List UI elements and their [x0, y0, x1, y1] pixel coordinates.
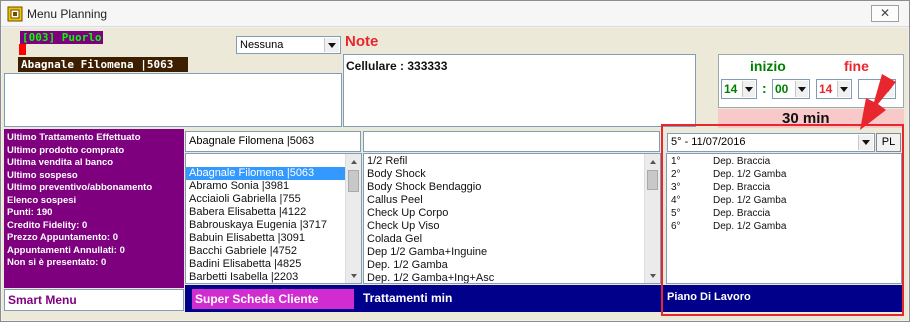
end-hour-select[interactable]: 14 — [816, 79, 852, 99]
stat-line: Ultimo sospeso — [7, 169, 78, 181]
stat-line: Elenco sospesi — [7, 194, 77, 206]
scroll-thumb[interactable] — [348, 170, 359, 192]
filter-select-value: Nessuna — [240, 39, 284, 51]
client-info-box — [4, 73, 342, 127]
start-minute-value: 00 — [775, 82, 789, 96]
treatment-list[interactable]: 1/2 Refil Body Shock Body Shock Bendaggio C… — [363, 153, 661, 284]
time-separator: : — [762, 80, 767, 96]
client-list-item[interactable]: Acciaioli Gabriella |755 — [186, 193, 361, 206]
stat-line: Ultimo Trattamento Effettuato — [7, 132, 141, 143]
operator-code: [003] Puorlo — [20, 31, 104, 44]
window-title: Menu Planning — [27, 7, 108, 21]
treatment-search-input[interactable] — [363, 131, 660, 152]
stat-line: Punti: 190 — [7, 207, 53, 218]
menu-planning-window: Menu Planning ✕ [003] Puorlo Abagnale Fi… — [0, 0, 910, 322]
client-search-input[interactable]: Abagnale Filomena |5063 — [185, 131, 361, 152]
chevron-down-icon — [837, 81, 850, 97]
scroll-down-icon[interactable] — [645, 268, 660, 283]
stat-line: Ultima vendita al banco — [7, 157, 114, 168]
super-scheda-button[interactable]: Super Scheda Cliente — [192, 289, 354, 309]
client-list-item[interactable]: Babuin Elisabetta |3091 — [186, 232, 361, 245]
treatment-list-item[interactable]: Check Up Corpo — [364, 207, 660, 220]
start-minute-select[interactable]: 00 — [772, 79, 810, 99]
client-list-item[interactable]: Babera Elisabetta |4122 — [186, 206, 361, 219]
client-list-item[interactable]: Barbetti Isabella |2203 — [186, 271, 361, 283]
note-text: Cellulare : 333333 — [346, 59, 448, 73]
client-search-value: Abagnale Filomena |5063 — [189, 135, 315, 147]
stat-line: Credito Fidelity: 0 — [7, 219, 88, 231]
stat-line: Ultimo prodotto comprato — [7, 144, 125, 156]
client-list-item[interactable]: Babrouskaya Eugenia |3717 — [186, 219, 361, 232]
stats-list: Ultimo Trattamento Effettuato Ultimo prod… — [4, 132, 184, 270]
stat-line: Ultimo preventivo/abbonamento — [7, 182, 153, 193]
note-label: Note — [345, 33, 379, 50]
start-hour-value: 14 — [724, 82, 738, 96]
treatment-list-item[interactable]: Body Shock Bendaggio — [364, 181, 660, 194]
client-list-item[interactable]: Abagnale Filomena |5063 — [186, 167, 361, 180]
client-name-bar: Abagnale Filomena |5063 — [18, 57, 188, 72]
client-area: [003] Puorlo Abagnale Filomena |5063 Nes… — [2, 28, 908, 320]
treatment-list-item[interactable]: Check Up Viso — [364, 220, 660, 233]
filter-select[interactable]: Nessuna — [236, 36, 341, 54]
client-list[interactable]: Abagnale Filomena |5063 Abramo Sonia |398… — [185, 153, 362, 284]
treatment-list-item[interactable]: Dep. 1/2 Gamba+Ing+Asc — [364, 272, 660, 283]
red-highlight-box — [661, 124, 904, 316]
treatment-list-item[interactable]: 1/2 Refil — [364, 155, 660, 168]
close-button[interactable]: ✕ — [871, 5, 899, 22]
chevron-down-icon — [324, 38, 339, 52]
operator-marker — [19, 44, 26, 55]
stat-line: Appuntamenti Annullati: 0 — [7, 244, 125, 256]
chevron-down-icon — [742, 81, 755, 97]
treatment-list-item[interactable]: Callus Peel — [364, 194, 660, 207]
start-label: inizio — [750, 58, 786, 74]
title-bar: Menu Planning ✕ — [1, 1, 909, 27]
client-list-scrollbar[interactable] — [345, 154, 361, 283]
chevron-down-icon — [795, 81, 808, 97]
treatment-list-scrollbar[interactable] — [644, 154, 660, 283]
start-hour-select[interactable]: 14 — [721, 79, 757, 99]
end-hour-value: 14 — [819, 82, 833, 96]
client-list-item[interactable]: Badini Elisabetta |4825 — [186, 258, 361, 271]
client-list-item[interactable]: Bacchi Gabriele |4752 — [186, 245, 361, 258]
client-list-item[interactable]: Abramo Sonia |3981 — [186, 180, 361, 193]
scroll-up-icon[interactable] — [645, 154, 660, 169]
trattamenti-min-label: Trattamenti min — [363, 291, 453, 305]
app-icon — [7, 6, 23, 22]
note-textarea[interactable]: Cellulare : 333333 — [343, 54, 696, 127]
stat-line: Prezzo Appuntamento: 0 — [7, 232, 119, 243]
scroll-thumb[interactable] — [647, 170, 658, 190]
treatment-list-item[interactable]: Dep 1/2 Gamba+Inguine — [364, 246, 660, 259]
treatment-list-item[interactable]: Dep. 1/2 Gamba — [364, 259, 660, 272]
client-stats-panel: Ultimo Trattamento Effettuato Ultimo prod… — [4, 129, 184, 288]
stat-line: Non si è presentato: 0 — [7, 257, 107, 268]
treatment-list-item[interactable]: Colada Gel — [364, 233, 660, 246]
scroll-down-icon[interactable] — [346, 268, 361, 283]
treatment-list-item[interactable]: Body Shock — [364, 168, 660, 181]
scroll-up-icon[interactable] — [346, 154, 361, 169]
smart-menu-button[interactable]: Smart Menu — [4, 289, 184, 311]
